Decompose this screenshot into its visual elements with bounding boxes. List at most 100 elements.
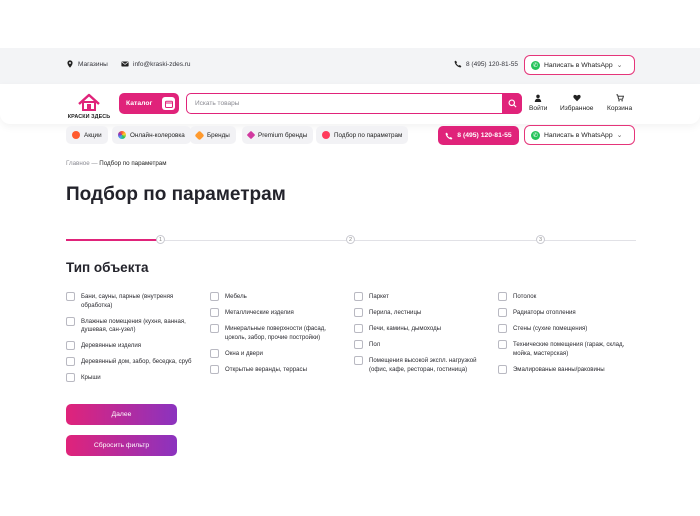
checkbox-column-2: Мебель Металлические изделия Минеральные… bbox=[210, 292, 348, 382]
house-logo-icon bbox=[78, 93, 100, 111]
checkbox-option[interactable]: Перила, лестницы bbox=[354, 308, 494, 318]
checkbox-option[interactable]: Печи, камины, дымоходы bbox=[354, 324, 494, 334]
checkbox-option[interactable]: Стены (сухие помещения) bbox=[498, 324, 636, 334]
checkbox-option[interactable]: Бани, сауны, парные (внутреняя обработка… bbox=[66, 292, 204, 310]
checkbox[interactable] bbox=[66, 341, 75, 350]
search-input[interactable] bbox=[195, 97, 495, 110]
checkbox[interactable] bbox=[210, 308, 219, 317]
next-button[interactable]: Далее bbox=[66, 404, 177, 425]
nav-chip-brands[interactable]: Бренды bbox=[190, 126, 236, 144]
location-pin-icon bbox=[67, 60, 73, 68]
main-header: КРАСКИ ЗДЕСЬ Каталог Войти Избранное Кор… bbox=[0, 84, 700, 124]
checkbox-option[interactable]: Окна и двери bbox=[210, 348, 348, 359]
checkbox[interactable] bbox=[354, 308, 363, 317]
user-icon bbox=[535, 94, 542, 102]
breadcrumb-current: Подбор по параметрам bbox=[99, 160, 167, 167]
checkbox-option[interactable]: Открытые веранды, террасы bbox=[210, 364, 348, 375]
checkbox[interactable] bbox=[210, 348, 219, 358]
checkbox-label: Мебель bbox=[225, 293, 247, 300]
nav-chip-sales[interactable]: Акции bbox=[66, 126, 108, 144]
checkbox[interactable] bbox=[498, 324, 507, 333]
checkbox-label: Деревянный дом, забор, беседка, сруб bbox=[81, 358, 192, 365]
step-1[interactable]: 1 bbox=[156, 235, 165, 244]
cart-label: Корзина bbox=[607, 105, 633, 112]
checkbox-option[interactable]: Мебель bbox=[210, 292, 348, 302]
top-bar: Магазины info@kraski-zdes.ru 8 (495) 120… bbox=[0, 48, 700, 84]
nav-chip-label: Акции bbox=[84, 131, 102, 139]
phone-icon bbox=[454, 60, 462, 68]
nav-chip-label: Подбор по параметрам bbox=[334, 131, 403, 139]
checkbox[interactable] bbox=[210, 364, 219, 374]
checkbox[interactable] bbox=[66, 373, 75, 382]
login-button[interactable]: Войти bbox=[529, 94, 547, 112]
checkbox[interactable] bbox=[66, 357, 75, 366]
checkbox-option[interactable]: Потолок bbox=[498, 292, 636, 302]
checkbox-option[interactable]: Радиаторы отопления bbox=[498, 308, 636, 318]
site-logo[interactable]: КРАСКИ ЗДЕСЬ bbox=[66, 92, 112, 120]
page-title: Подбор по параметрам bbox=[66, 184, 286, 205]
checkbox[interactable] bbox=[498, 308, 507, 317]
topbar-phone-label: 8 (495) 120-81-55 bbox=[466, 60, 519, 68]
checkbox-option[interactable]: Крыши bbox=[66, 373, 204, 383]
checkbox[interactable] bbox=[498, 340, 507, 349]
step-2[interactable]: 2 bbox=[346, 235, 355, 244]
nav-chip-parameter-picker[interactable]: Подбор по параметрам bbox=[316, 126, 409, 144]
checkbox[interactable] bbox=[354, 324, 363, 333]
checkbox[interactable] bbox=[354, 340, 363, 349]
nav-whatsapp-label: Написать в WhatsApp bbox=[544, 131, 613, 139]
checkbox-option[interactable]: Влажные помещения (кухня, ванная, душева… bbox=[66, 316, 204, 335]
checkbox-column-1: Бани, сауны, парные (внутреняя обработка… bbox=[66, 292, 204, 390]
checkbox[interactable] bbox=[498, 364, 507, 374]
checkbox-option[interactable]: Деревянные изделия bbox=[66, 341, 204, 351]
nav-whatsapp-button[interactable]: ✆ Написать в WhatsApp ⌄ bbox=[524, 125, 635, 145]
email-link[interactable]: info@kraski-zdes.ru bbox=[121, 60, 191, 68]
breadcrumb: Главное — Подбор по параметрам bbox=[66, 160, 166, 167]
reset-filter-button[interactable]: Сбросить фильтр bbox=[66, 435, 177, 456]
checkbox-option[interactable]: Паркет bbox=[354, 292, 494, 302]
checkbox-label: Радиаторы отопления bbox=[513, 309, 576, 316]
nav-chip-online-tinting[interactable]: Онлайн-колеровка bbox=[112, 126, 191, 144]
object-type-heading: Тип объекта bbox=[66, 260, 149, 275]
catalog-button[interactable]: Каталог bbox=[119, 93, 179, 114]
checkbox[interactable] bbox=[354, 292, 363, 301]
checkbox-label: Минеральные поверхности (фасад, цоколь, … bbox=[225, 325, 326, 341]
nav-chip-premium-brands[interactable]: Premium бренды bbox=[242, 126, 314, 144]
checkbox-option[interactable]: Минеральные поверхности (фасад, цоколь, … bbox=[210, 324, 348, 342]
whatsapp-icon: ✆ bbox=[531, 60, 540, 70]
step-progress: 1 2 3 bbox=[66, 233, 636, 247]
favorites-label: Избранное bbox=[560, 105, 594, 112]
cart-button[interactable]: Корзина bbox=[607, 94, 632, 112]
checkbox-label: Крыши bbox=[81, 374, 101, 381]
checkbox-option[interactable]: Эмалированые ванны/раковины bbox=[498, 364, 636, 375]
favorites-button[interactable]: Избранное bbox=[560, 94, 593, 112]
checkbox-option[interactable]: Помещения высокой экспл. нагрузкой (офис… bbox=[354, 356, 494, 374]
tag-icon bbox=[194, 130, 205, 140]
checkbox[interactable] bbox=[66, 292, 75, 301]
category-nav: Акции Онлайн-колеровка Бренды Premium бр… bbox=[0, 125, 700, 146]
checkbox-option[interactable]: Технические помещения (гараж, склад, мой… bbox=[498, 340, 636, 358]
checkbox-option[interactable]: Пол bbox=[354, 340, 494, 350]
calendar-icon bbox=[162, 97, 175, 110]
topbar-whatsapp-button[interactable]: ✆ Написать в WhatsApp ⌄ bbox=[524, 55, 635, 75]
shops-link[interactable]: Магазины bbox=[66, 60, 108, 68]
search-button[interactable] bbox=[502, 93, 522, 114]
nav-phone-button[interactable]: 8 (495) 120-81-55 bbox=[438, 126, 519, 145]
login-label: Войти bbox=[529, 105, 548, 112]
next-button-label: Далее bbox=[111, 411, 132, 418]
checkbox[interactable] bbox=[498, 292, 507, 301]
checkbox-label: Открытые веранды, террасы bbox=[225, 365, 307, 373]
checkbox-option[interactable]: Металлические изделия bbox=[210, 308, 348, 318]
email-label: info@kraski-zdes.ru bbox=[133, 60, 191, 68]
checkbox[interactable] bbox=[66, 316, 75, 326]
checkbox-option[interactable]: Деревянный дом, забор, беседка, сруб bbox=[66, 357, 204, 367]
catalog-label: Каталог bbox=[126, 100, 153, 107]
heart-icon bbox=[573, 94, 581, 102]
breadcrumb-home-link[interactable]: Главное bbox=[66, 160, 90, 167]
checkbox[interactable] bbox=[210, 324, 219, 333]
step-3[interactable]: 3 bbox=[536, 235, 545, 244]
checkbox[interactable] bbox=[354, 356, 363, 365]
topbar-phone-link[interactable]: 8 (495) 120-81-55 bbox=[454, 60, 518, 68]
checkbox[interactable] bbox=[210, 292, 219, 301]
checkbox-label: Перила, лестницы bbox=[369, 309, 422, 316]
nav-chip-label: Онлайн-колеровка bbox=[130, 131, 185, 139]
